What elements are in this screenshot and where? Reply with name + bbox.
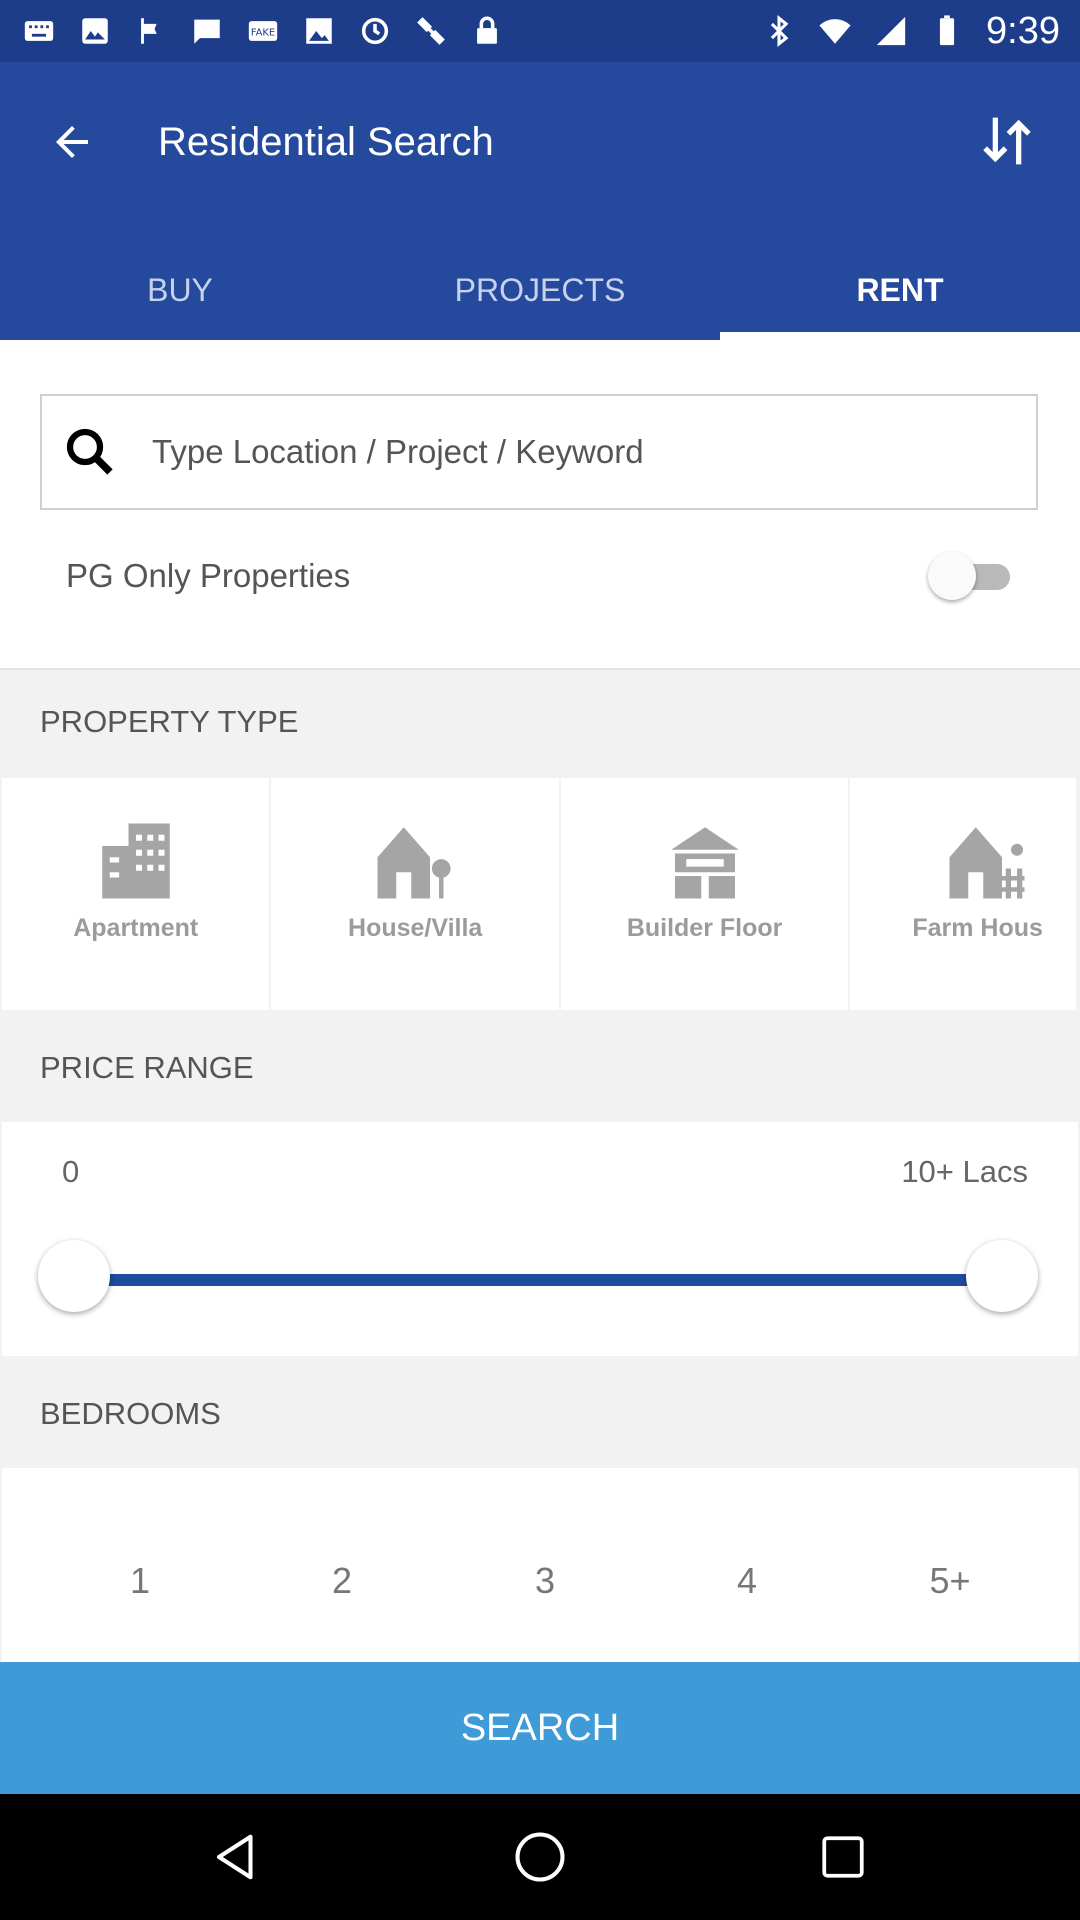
bluetooth-icon bbox=[770, 15, 789, 47]
search-input[interactable] bbox=[150, 432, 1014, 472]
bedroom-option-4[interactable]: 4 bbox=[707, 1560, 787, 1602]
price-max-label: 10+ Lacs bbox=[901, 1154, 1028, 1189]
tab-projects[interactable]: PROJECTS bbox=[360, 240, 720, 340]
nav-recents-button[interactable] bbox=[810, 1824, 876, 1890]
bedrooms-title: BEDROOMS bbox=[40, 1396, 221, 1431]
status-bar-notifications: FAKE bbox=[0, 14, 504, 48]
search-icon bbox=[66, 428, 113, 475]
nav-home-button[interactable] bbox=[507, 1824, 573, 1890]
price-range-title: PRICE RANGE bbox=[40, 1050, 254, 1085]
pg-only-label: PG Only Properties bbox=[66, 557, 351, 594]
message-icon bbox=[194, 19, 220, 44]
sort-arrows-icon bbox=[983, 117, 1031, 165]
property-type-farm-house[interactable]: Farm Hous bbox=[850, 778, 1076, 1010]
price-slider-max-thumb[interactable] bbox=[966, 1240, 1038, 1312]
search-box[interactable] bbox=[40, 394, 1038, 510]
price-min-label: 0 bbox=[62, 1154, 80, 1189]
recents-square-icon bbox=[822, 1836, 864, 1878]
bedroom-option-3[interactable]: 3 bbox=[505, 1560, 585, 1602]
svg-text:FAKE: FAKE bbox=[251, 27, 275, 38]
app-bar: Residential Search BUY PROJECTS RENT bbox=[0, 62, 1080, 340]
house-villa-icon bbox=[377, 827, 451, 899]
system-nav-bar bbox=[0, 1794, 1080, 1920]
nav-back-button[interactable] bbox=[204, 1824, 270, 1890]
apartment-icon bbox=[101, 823, 170, 899]
gallery-icon bbox=[82, 18, 108, 44]
property-type-label: House/Villa bbox=[348, 914, 483, 942]
price-range-panel: 0 10+ Lacs bbox=[2, 1122, 1078, 1356]
keyboard-icon bbox=[24, 21, 54, 41]
property-type-builder-floor[interactable]: Builder Floor bbox=[560, 778, 849, 1010]
pg-only-row: PG Only Properties bbox=[66, 526, 1016, 626]
toggle-knob bbox=[928, 552, 976, 600]
price-slider-track[interactable] bbox=[74, 1274, 1002, 1286]
search-panel: PG Only Properties bbox=[0, 340, 1080, 670]
battery-icon bbox=[939, 15, 955, 46]
bedroom-option-5-plus[interactable]: 5+ bbox=[910, 1560, 990, 1602]
tab-buy[interactable]: BUY bbox=[0, 240, 360, 340]
property-type-label: Farm Hous bbox=[912, 914, 1043, 942]
status-time: 9:39 bbox=[986, 9, 1060, 52]
property-type-label: Apartment bbox=[73, 914, 199, 942]
price-slider-min-thumb[interactable] bbox=[38, 1240, 110, 1312]
status-bar: FAKE 9:39 bbox=[0, 0, 1080, 62]
pg-only-toggle[interactable] bbox=[928, 549, 1016, 603]
image-icon bbox=[306, 18, 332, 44]
wifi-icon bbox=[819, 19, 851, 44]
page-title: Residential Search bbox=[158, 120, 494, 164]
bedroom-option-1[interactable]: 1 bbox=[100, 1560, 180, 1602]
back-triangle-icon bbox=[216, 1834, 253, 1880]
back-button[interactable] bbox=[40, 110, 104, 174]
search-button[interactable]: SEARCH bbox=[0, 1662, 1080, 1794]
sort-button[interactable] bbox=[970, 104, 1044, 178]
tab-bar: BUY PROJECTS RENT bbox=[0, 240, 1080, 340]
lock-icon bbox=[477, 16, 497, 44]
property-type-label: Builder Floor bbox=[626, 914, 783, 942]
tab-rent[interactable]: RENT bbox=[720, 240, 1080, 340]
arrow-back-icon bbox=[56, 126, 88, 158]
satellite-icon bbox=[417, 17, 445, 45]
property-type-house-villa[interactable]: House/Villa bbox=[271, 778, 559, 1010]
signal-icon bbox=[876, 16, 906, 46]
vpn-key-icon: FAKE bbox=[248, 21, 278, 41]
property-type-list: Apartment House/Villa Builder Floor Farm… bbox=[2, 778, 1078, 1010]
property-type-title: PROPERTY TYPE bbox=[40, 704, 299, 739]
tab-projects-label: PROJECTS bbox=[454, 271, 626, 308]
farm-house-icon bbox=[949, 827, 1025, 899]
search-button-label: SEARCH bbox=[460, 1706, 620, 1749]
flag-icon bbox=[141, 18, 157, 44]
bedrooms-panel: 1 2 3 4 5+ bbox=[2, 1468, 1078, 1664]
status-bar-system: 9:39 bbox=[762, 10, 1080, 53]
builder-floor-icon bbox=[670, 827, 739, 899]
sync-icon bbox=[361, 17, 389, 45]
home-circle-icon bbox=[515, 1832, 565, 1882]
bedroom-option-2[interactable]: 2 bbox=[302, 1560, 382, 1602]
tab-rent-label: RENT bbox=[856, 271, 944, 308]
tab-buy-label: BUY bbox=[147, 271, 213, 308]
property-type-apartment[interactable]: Apartment bbox=[2, 778, 270, 1010]
